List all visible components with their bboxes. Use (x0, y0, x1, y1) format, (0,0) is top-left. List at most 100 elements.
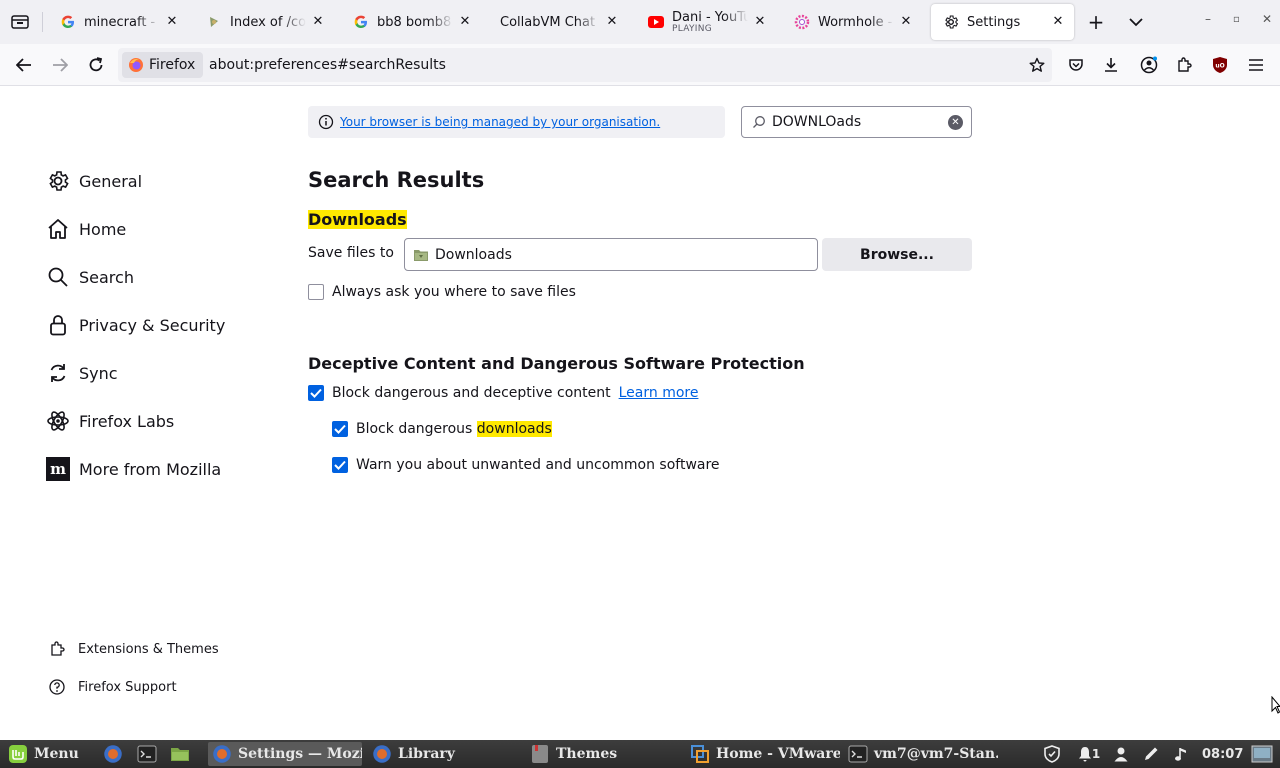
tab-wormhole[interactable]: Wormhole - Simple ✕ (782, 4, 922, 40)
extensions-button[interactable] (1168, 49, 1200, 81)
help-icon (48, 678, 66, 696)
warn-unwanted-checkbox[interactable] (332, 457, 348, 473)
close-tab-icon[interactable]: ✕ (310, 14, 326, 30)
list-all-tabs-button[interactable] (1120, 6, 1152, 38)
settings-search-input[interactable]: DOWNLOads ✕ (741, 106, 972, 138)
clear-search-icon[interactable]: ✕ (948, 115, 963, 130)
show-desktop-button[interactable] (1250, 744, 1274, 764)
close-window-button[interactable]: ✕ (1262, 12, 1272, 26)
category-firefox-labs[interactable]: Firefox Labs (46, 405, 174, 437)
minimize-button[interactable]: – (1205, 12, 1211, 26)
close-tab-icon[interactable]: ✕ (604, 14, 620, 30)
tab-index-of-collab[interactable]: Index of /collab ✕ (194, 4, 334, 40)
category-general[interactable]: General (46, 165, 142, 197)
search-icon (753, 116, 765, 128)
new-tab-button[interactable]: + (1080, 6, 1112, 38)
pocket-button[interactable] (1060, 49, 1092, 81)
back-button[interactable] (8, 49, 40, 81)
tab-minecraft[interactable]: minecraft - Google ✕ (48, 4, 188, 40)
policy-link[interactable]: Your browser is being managed by your or… (340, 115, 660, 129)
user-tray-icon[interactable] (1111, 744, 1131, 764)
taskbar-window-terminal[interactable]: vm7@vm7-Stan... (848, 742, 998, 766)
clock[interactable]: 08:07 (1202, 742, 1243, 766)
tab-title: minecraft - Google (84, 14, 160, 30)
firefox-support-link[interactable]: Firefox Support (48, 678, 177, 696)
window-label: Settings — Mozi... (238, 746, 362, 762)
extensions-themes-link[interactable]: Extensions & Themes (48, 640, 219, 658)
download-folder-field[interactable]: Downloads (404, 238, 818, 271)
block-dangerous-checkbox[interactable] (308, 385, 324, 401)
launcher-firefox[interactable] (103, 742, 129, 766)
gear-icon (46, 169, 70, 193)
window-label: Home - VMware ... (716, 746, 840, 762)
ublock-button[interactable]: uO (1204, 49, 1236, 81)
category-sync[interactable]: Sync (46, 357, 118, 389)
url-text[interactable]: about:preferences#searchResults (209, 57, 446, 73)
tab-collabvm-chat-logs[interactable]: CollabVM Chat Logs ✕ (488, 4, 628, 40)
category-more-from-mozilla[interactable]: m More from Mozilla (46, 453, 221, 485)
tab-bb8-bomb8[interactable]: bb8 bomb8 - Google ✕ (341, 4, 481, 40)
shield-tray-icon[interactable] (1042, 744, 1062, 764)
always-ask-label: Always ask you where to save files (332, 284, 576, 300)
folder-icon (206, 14, 222, 30)
taskbar-window-library[interactable]: Library (370, 742, 520, 766)
category-label: More from Mozilla (79, 459, 222, 479)
learn-more-link[interactable]: Learn more (619, 385, 699, 401)
puzzle-icon (1178, 57, 1192, 72)
notifications-tray[interactable]: 1 (1076, 744, 1102, 764)
firefox-view-button[interactable] (4, 6, 36, 38)
account-button[interactable] (1133, 49, 1165, 81)
star-icon (1029, 57, 1045, 72)
category-search[interactable]: Search (46, 261, 134, 293)
taskbar-window-themes[interactable]: Themes (530, 742, 680, 766)
close-tab-icon[interactable]: ✕ (898, 14, 914, 30)
terminal-icon (137, 744, 157, 764)
warn-unwanted-row[interactable]: Warn you about unwanted and uncommon sof… (332, 457, 720, 473)
bookmark-star-button[interactable] (1021, 49, 1053, 81)
sound-tray-icon[interactable] (1171, 744, 1191, 764)
hamburger-menu-icon (1249, 59, 1263, 71)
ublock-shield-icon: uO (1213, 57, 1227, 73)
identity-label: Firefox (149, 57, 196, 73)
always-ask-checkbox[interactable] (308, 284, 324, 300)
block-downloads-row[interactable]: Block dangerous downloads (332, 421, 552, 437)
checkmark-icon (334, 424, 346, 434)
always-ask-row[interactable]: Always ask you where to save files (308, 284, 576, 300)
taskbar-window-vmware[interactable]: Home - VMware ... (690, 742, 840, 766)
close-tab-icon[interactable]: ✕ (457, 14, 473, 30)
url-bar[interactable]: Firefox about:preferences#searchResults (118, 48, 1052, 82)
close-tab-icon[interactable]: ✕ (1050, 14, 1066, 30)
browse-button[interactable]: Browse... (822, 238, 972, 271)
category-label: Home (79, 219, 127, 239)
window-label: Library (398, 746, 455, 762)
tab-strip: minecraft - Google ✕ Index of /collab ✕ … (0, 0, 1280, 44)
app-menu-button[interactable] (1240, 49, 1272, 81)
extensions-themes-label: Extensions & Themes (78, 641, 219, 657)
tab-title: Index of /collab (230, 14, 306, 30)
block-dangerous-row[interactable]: Block dangerous and deceptive content Le… (308, 385, 698, 401)
launcher-files[interactable] (170, 742, 196, 766)
tab-separator (42, 12, 43, 32)
pen-tray-icon[interactable] (1141, 744, 1161, 764)
identity-box[interactable]: Firefox (122, 52, 204, 78)
close-tab-icon[interactable]: ✕ (752, 14, 768, 30)
download-folder-value: Downloads (435, 246, 512, 263)
taskbar-window-settings[interactable]: Settings — Mozi... (208, 742, 362, 766)
category-home[interactable]: Home (46, 213, 126, 245)
category-privacy-security[interactable]: Privacy & Security (46, 309, 225, 341)
category-label: General (79, 171, 143, 191)
reload-button[interactable] (80, 49, 112, 81)
block-downloads-checkbox[interactable] (332, 421, 348, 437)
launcher-terminal[interactable] (137, 742, 163, 766)
start-menu-button[interactable]: Menu (8, 742, 79, 766)
forward-button[interactable] (44, 49, 76, 81)
close-tab-icon[interactable]: ✕ (164, 14, 180, 30)
maximize-button[interactable]: ▫ (1233, 14, 1240, 25)
category-label: Privacy & Security (79, 315, 226, 335)
tab-dani-youtube[interactable]: Dani - YouTubePLAYING ✕ (636, 4, 776, 40)
tab-settings[interactable]: Settings ✕ (931, 4, 1074, 40)
system-taskbar: Menu Settings — Mozi... Library Themes H… (0, 740, 1280, 768)
downloads-button[interactable] (1095, 49, 1127, 81)
save-files-label: Save files to (308, 245, 394, 261)
checkmark-icon (334, 460, 346, 470)
